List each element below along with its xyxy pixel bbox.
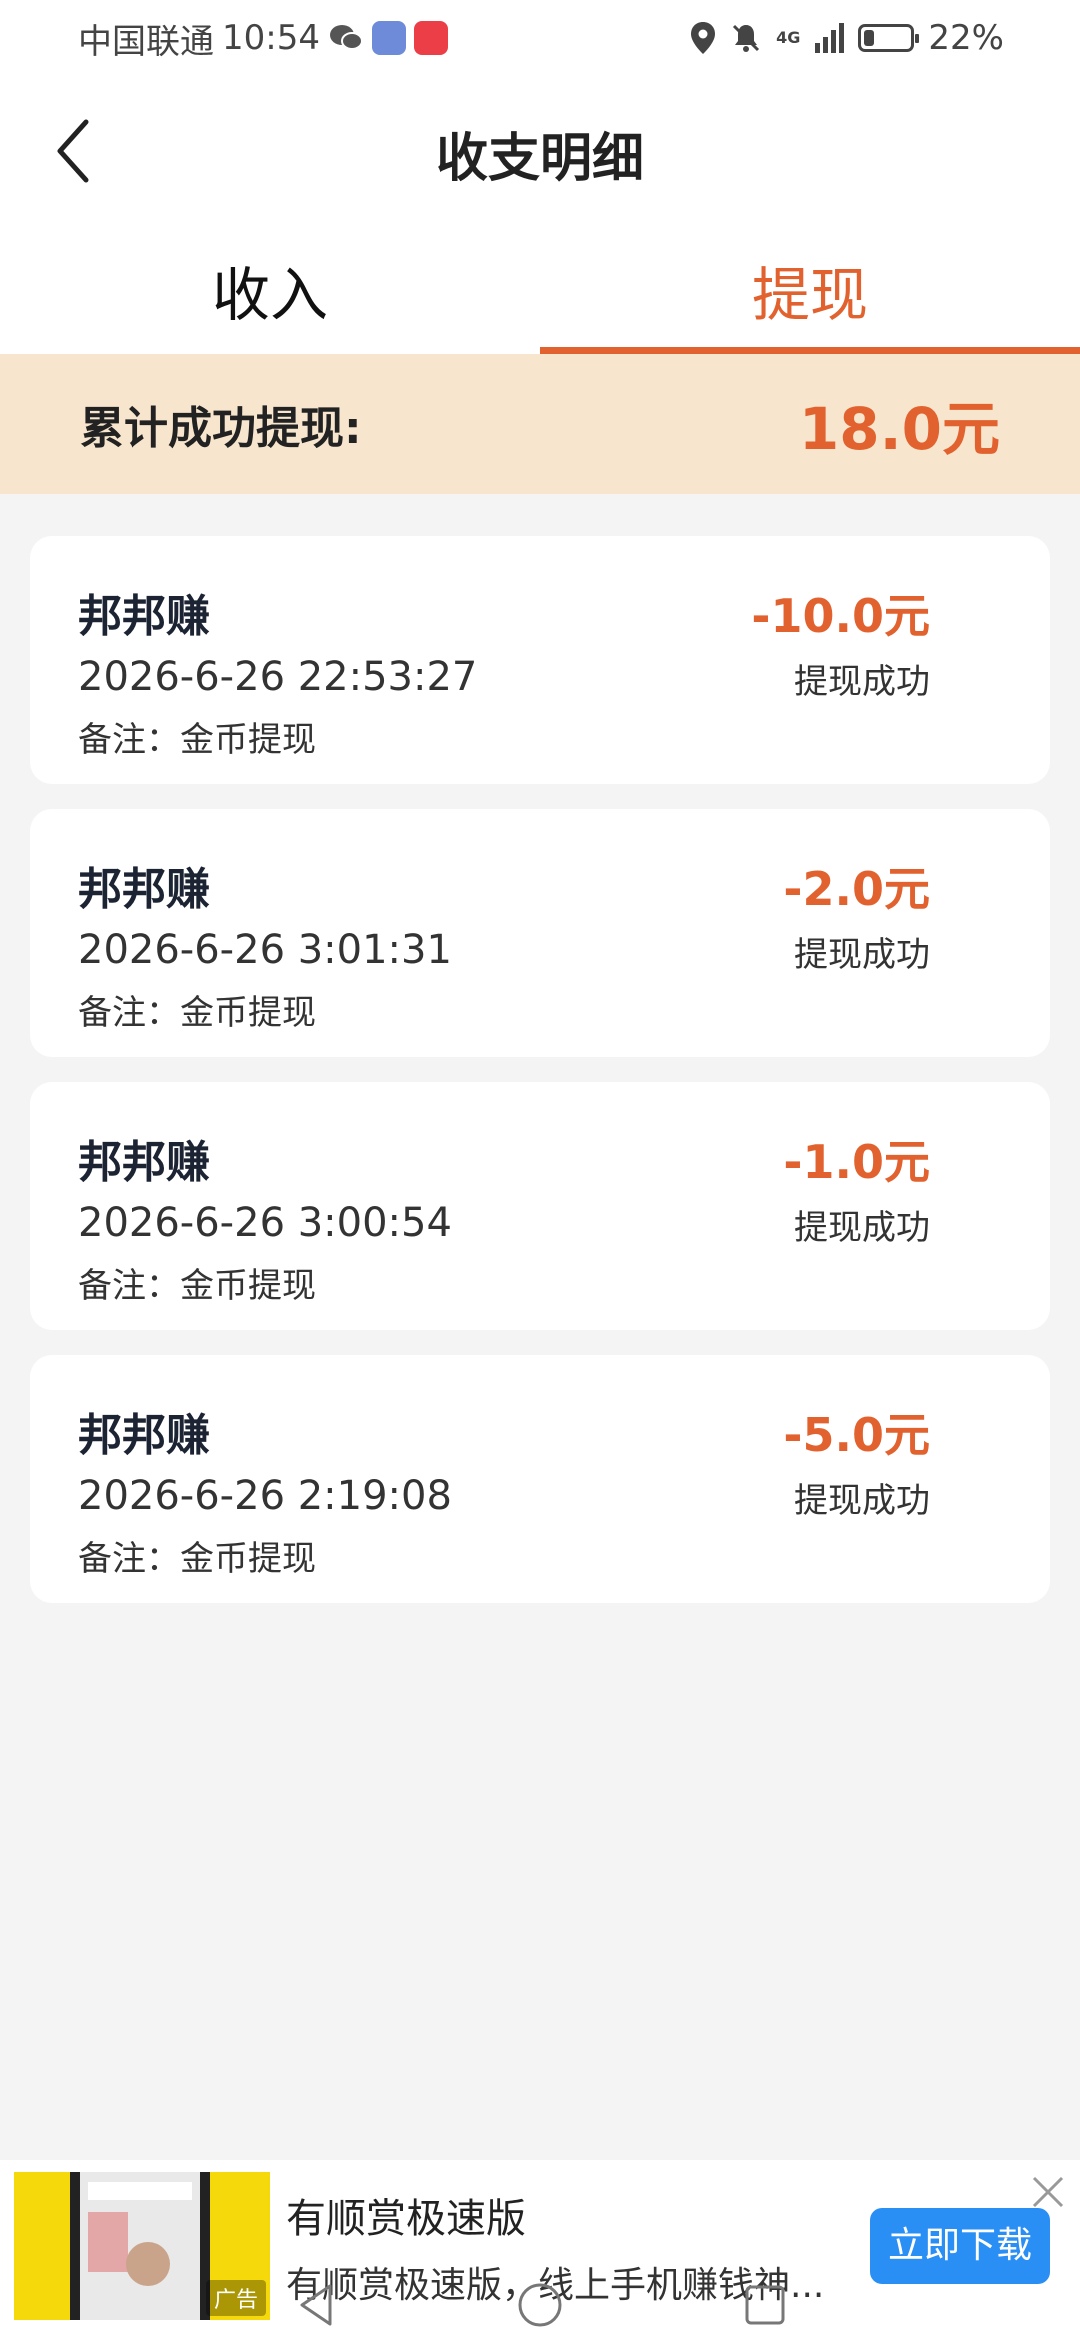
- ad-phone-image: [70, 2172, 210, 2320]
- record-name: 邦邦赚: [78, 1410, 210, 1461]
- record-amount: -10.0元: [751, 589, 930, 643]
- page-title: 收支明细: [435, 129, 644, 189]
- ad-title[interactable]: 有顺赏极速版: [286, 2186, 526, 2244]
- tab-withdraw[interactable]: 提现: [540, 232, 1080, 354]
- notes-app-icon: [371, 21, 406, 55]
- mute-bell-icon: [733, 24, 760, 52]
- record-status: 提现成功: [794, 1208, 930, 1248]
- summary-value: 18.0元: [798, 395, 1000, 463]
- record-card[interactable]: 邦邦赚 2026-6-26 2:19:08 备注：金币提现 -5.0元 提现成功: [30, 1355, 1050, 1603]
- record-name: 邦邦赚: [78, 864, 210, 915]
- header: 收支明细: [0, 76, 1080, 232]
- battery-icon: [858, 24, 920, 52]
- record-time: 2026-6-26 3:00:54: [78, 1200, 452, 1246]
- record-amount: -5.0元: [783, 1408, 930, 1462]
- record-note: 备注：金币提现: [78, 1539, 316, 1579]
- record-card[interactable]: 邦邦赚 2026-6-26 22:53:27 备注：金币提现 -10.0元 提现…: [30, 536, 1050, 784]
- withdraw-summary: 累计成功提现: 18.0元: [0, 354, 1080, 494]
- withdraw-record-list: 邦邦赚 2026-6-26 22:53:27 备注：金币提现 -10.0元 提现…: [30, 536, 1050, 1628]
- clock: 10:54: [222, 18, 320, 58]
- record-amount: -1.0元: [783, 1135, 930, 1189]
- ad-thumbnail[interactable]: 广告: [14, 2172, 270, 2320]
- ad-tag: 广告: [205, 2280, 266, 2316]
- status-bar: 中国联通 10:54 4G 22%: [0, 0, 1080, 76]
- record-card[interactable]: 邦邦赚 2026-6-26 3:00:54 备注：金币提现 -1.0元 提现成功: [30, 1082, 1050, 1330]
- record-time: 2026-6-26 3:01:31: [78, 927, 452, 973]
- tab-bar: 收入 提现: [0, 232, 1080, 354]
- network-type: 4G: [776, 28, 801, 47]
- nav-home-icon[interactable]: [515, 2280, 565, 2330]
- record-time: 2026-6-26 22:53:27: [78, 654, 478, 700]
- nav-recents-icon[interactable]: [740, 2280, 790, 2330]
- record-amount: -2.0元: [783, 862, 930, 916]
- ad-download-button[interactable]: 立即下载: [870, 2208, 1050, 2284]
- wechat-icon: [329, 25, 363, 50]
- signal-icon: [815, 23, 845, 53]
- record-card[interactable]: 邦邦赚 2026-6-26 3:01:31 备注：金币提现 -2.0元 提现成功: [30, 809, 1050, 1057]
- record-status: 提现成功: [794, 935, 930, 975]
- record-status: 提现成功: [794, 1481, 930, 1521]
- record-status: 提现成功: [794, 662, 930, 702]
- close-icon[interactable]: [1030, 2174, 1066, 2210]
- shopping-app-icon: [413, 21, 448, 55]
- record-name: 邦邦赚: [78, 1137, 210, 1188]
- carrier-label: 中国联通: [78, 21, 214, 62]
- record-note: 备注：金币提现: [78, 720, 316, 760]
- record-note: 备注：金币提现: [78, 1266, 316, 1306]
- record-name: 邦邦赚: [78, 591, 210, 642]
- location-icon: [691, 22, 716, 54]
- tab-income[interactable]: 收入: [0, 232, 540, 354]
- summary-label: 累计成功提现:: [80, 403, 362, 454]
- record-time: 2026-6-26 2:19:08: [78, 1473, 452, 1519]
- battery-percent: 22%: [928, 18, 1004, 58]
- nav-back-icon[interactable]: [292, 2280, 342, 2330]
- record-note: 备注：金币提现: [78, 993, 316, 1033]
